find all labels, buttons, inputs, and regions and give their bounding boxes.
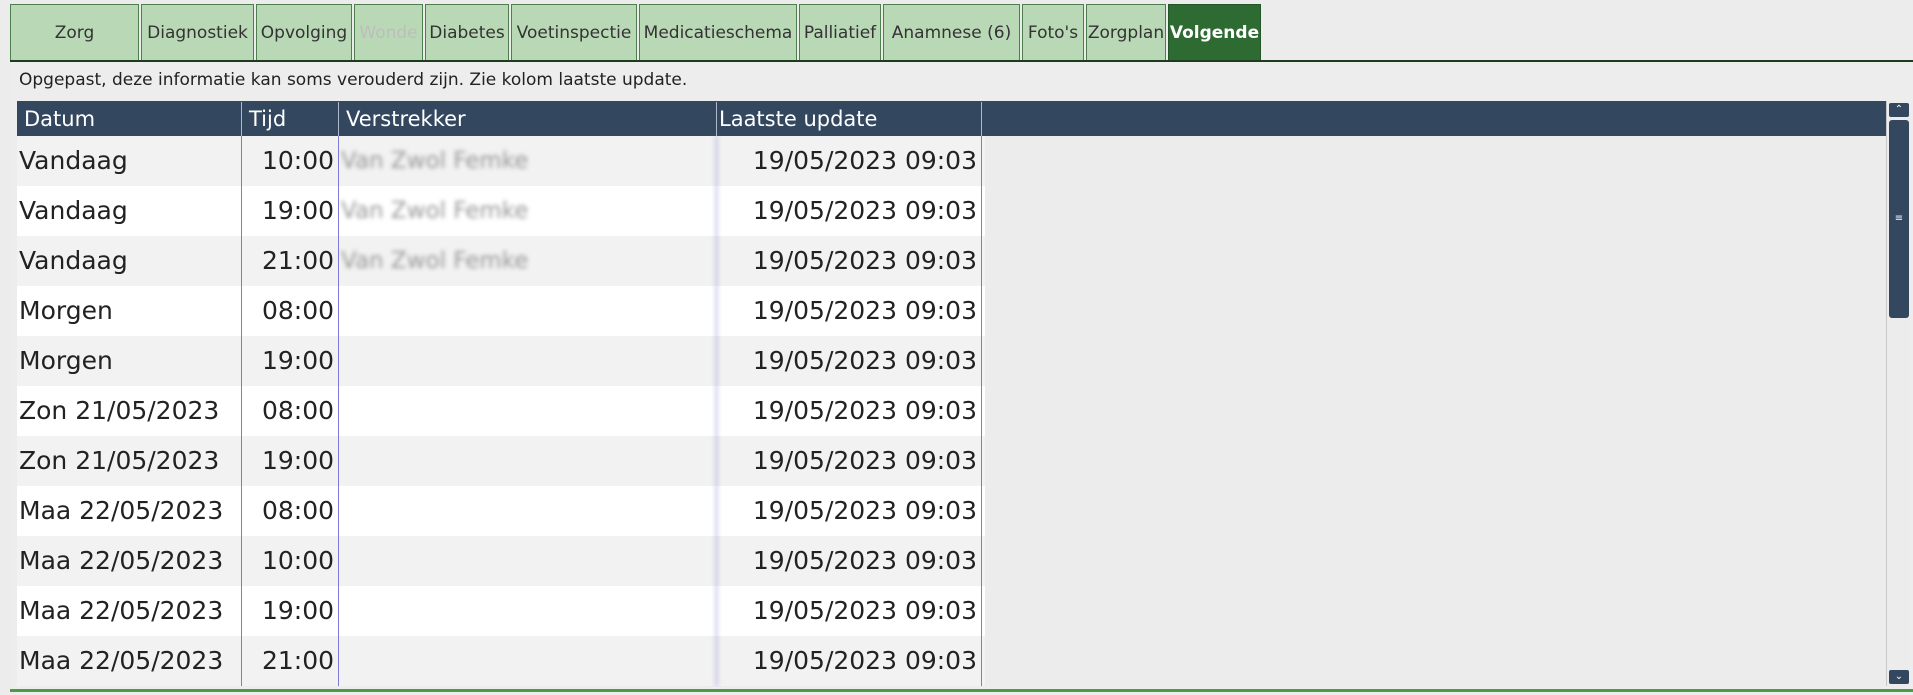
cell-verstrekker	[339, 286, 717, 336]
tab-diagnostiek[interactable]: Diagnostiek	[141, 4, 254, 60]
cell-datum: Morgen	[17, 286, 242, 336]
cell-tijd: 10:00	[242, 136, 339, 186]
tab-fotos[interactable]: Foto's	[1022, 4, 1084, 60]
cell-tijd: 10:00	[242, 536, 339, 586]
cell-datum: Maa 22/05/2023	[17, 486, 242, 536]
table-body: Vandaag 10:00 Van Zwol Femke 19/05/2023 …	[17, 136, 985, 686]
table-header: Datum Tijd Verstrekker Laatste update	[17, 102, 1893, 136]
tab-zorgplan[interactable]: Zorgplan	[1086, 4, 1166, 60]
cell-tijd: 19:00	[242, 436, 339, 486]
cell-tijd: 08:00	[242, 386, 339, 436]
vertical-scrollbar[interactable]: ⌃ ≡ ⌄	[1886, 101, 1910, 686]
cell-tijd: 08:00	[242, 286, 339, 336]
cell-datum: Vandaag	[17, 186, 242, 236]
table-row[interactable]: Morgen 19:00 19/05/2023 09:03	[17, 336, 985, 386]
cell-verstrekker	[339, 536, 717, 586]
tab-voetinspectie[interactable]: Voetinspectie	[511, 4, 637, 60]
cell-laatste-update: 19/05/2023 09:03	[717, 136, 982, 186]
cell-datum: Vandaag	[17, 136, 242, 186]
cell-datum: Maa 22/05/2023	[17, 636, 242, 686]
cell-verstrekker	[339, 486, 717, 536]
cell-laatste-update: 19/05/2023 09:03	[717, 636, 982, 686]
cell-datum: Maa 22/05/2023	[17, 536, 242, 586]
cell-tijd: 08:00	[242, 486, 339, 536]
cell-verstrekker	[339, 586, 717, 636]
cell-tijd: 19:00	[242, 186, 339, 236]
cell-laatste-update: 19/05/2023 09:03	[717, 286, 982, 336]
tab-zorg[interactable]: Zorg	[10, 4, 139, 60]
tab-opvolging[interactable]: Opvolging	[256, 4, 352, 60]
cell-verstrekker	[339, 386, 717, 436]
cell-datum: Morgen	[17, 336, 242, 386]
tab-volgende[interactable]: Volgende	[1168, 4, 1261, 60]
tab-wonde[interactable]: Wonde	[354, 4, 423, 60]
cell-tijd: 19:00	[242, 586, 339, 636]
chevron-down-icon[interactable]: ⌄	[1889, 670, 1909, 684]
cell-laatste-update: 19/05/2023 09:03	[717, 186, 982, 236]
chevron-up-icon[interactable]: ⌃	[1889, 103, 1909, 117]
table-row[interactable]: Maa 22/05/2023 10:00 19/05/2023 09:03	[17, 536, 985, 586]
cell-laatste-update: 19/05/2023 09:03	[717, 236, 982, 286]
tab-medicatieschema[interactable]: Medicatieschema	[639, 4, 797, 60]
cell-laatste-update: 19/05/2023 09:03	[717, 486, 982, 536]
cell-datum: Zon 21/05/2023	[17, 386, 242, 436]
cell-laatste-update: 19/05/2023 09:03	[717, 536, 982, 586]
table-row[interactable]: Morgen 08:00 19/05/2023 09:03	[17, 286, 985, 336]
column-header-verstrekker[interactable]: Verstrekker	[339, 102, 717, 136]
table-row[interactable]: Maa 22/05/2023 19:00 19/05/2023 09:03	[17, 586, 985, 636]
column-header-laatste-update[interactable]: Laatste update	[717, 102, 982, 136]
table-row[interactable]: Maa 22/05/2023 08:00 19/05/2023 09:03	[17, 486, 985, 536]
tab-palliatief[interactable]: Palliatief	[799, 4, 881, 60]
table-row[interactable]: Vandaag 19:00 Van Zwol Femke 19/05/2023 …	[17, 186, 985, 236]
table-row[interactable]: Zon 21/05/2023 19:00 19/05/2023 09:03	[17, 436, 985, 486]
column-header-tijd[interactable]: Tijd	[242, 102, 339, 136]
cell-laatste-update: 19/05/2023 09:03	[717, 336, 982, 386]
cell-verstrekker: Van Zwol Femke	[339, 236, 717, 286]
table-row[interactable]: Maa 22/05/2023 21:00 19/05/2023 09:03	[17, 636, 985, 686]
cell-laatste-update: 19/05/2023 09:03	[717, 386, 982, 436]
schedule-table: Datum Tijd Verstrekker Laatste update Va…	[17, 101, 1893, 687]
table-row[interactable]: Vandaag 10:00 Van Zwol Femke 19/05/2023 …	[17, 136, 985, 186]
cell-laatste-update: 19/05/2023 09:03	[717, 586, 982, 636]
table-row[interactable]: Vandaag 21:00 Van Zwol Femke 19/05/2023 …	[17, 236, 985, 286]
tab-diabetes[interactable]: Diabetes	[425, 4, 509, 60]
cell-verstrekker	[339, 436, 717, 486]
scrollbar-thumb[interactable]: ≡	[1889, 120, 1909, 318]
cell-tijd: 21:00	[242, 236, 339, 286]
cell-laatste-update: 19/05/2023 09:03	[717, 436, 982, 486]
tab-panel: Opgepast, deze informatie kan soms verou…	[10, 60, 1913, 692]
tab-anamnese[interactable]: Anamnese (6)	[883, 4, 1020, 60]
cell-datum: Zon 21/05/2023	[17, 436, 242, 486]
cell-tijd: 19:00	[242, 336, 339, 386]
tab-bar: Zorg Diagnostiek Opvolging Wonde Diabete…	[10, 4, 1263, 60]
column-header-datum[interactable]: Datum	[17, 102, 242, 136]
cell-verstrekker: Van Zwol Femke	[339, 136, 717, 186]
cell-tijd: 21:00	[242, 636, 339, 686]
outdated-info-notice: Opgepast, deze informatie kan soms verou…	[19, 70, 688, 90]
cell-verstrekker	[339, 636, 717, 686]
grip-icon: ≡	[1894, 213, 1904, 224]
cell-datum: Maa 22/05/2023	[17, 586, 242, 636]
cell-verstrekker: Van Zwol Femke	[339, 186, 717, 236]
table-row[interactable]: Zon 21/05/2023 08:00 19/05/2023 09:03	[17, 386, 985, 436]
cell-verstrekker	[339, 336, 717, 386]
cell-datum: Vandaag	[17, 236, 242, 286]
